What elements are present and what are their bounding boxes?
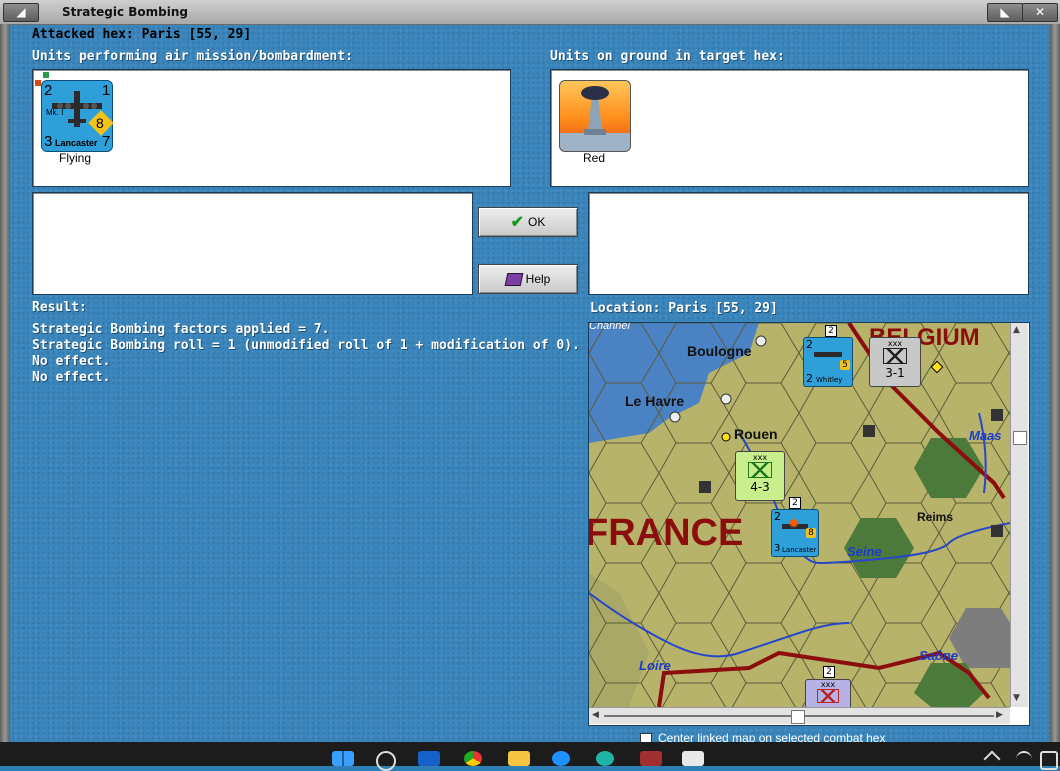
lancaster-name: Lancaster: [782, 546, 817, 554]
search-icon[interactable]: [376, 751, 396, 771]
whitley-counter[interactable]: 2 5 2 Whitley: [803, 337, 853, 387]
minimize-button[interactable]: ◣: [987, 3, 1023, 22]
result-line: Strategic Bombing roll = 1 (unmodified r…: [32, 338, 580, 353]
result-line: Strategic Bombing factors applied = 7.: [32, 322, 330, 337]
map-label-saone: Saône: [919, 648, 958, 663]
start-icon[interactable]: [332, 751, 354, 766]
attacker-details-panel: [32, 192, 473, 295]
french-unit-size: xxx: [752, 453, 768, 462]
help-button[interactable]: Help: [478, 264, 578, 294]
help-book-icon: [504, 273, 524, 287]
help-button-label: Help: [525, 272, 551, 286]
defender-details-panel: [588, 192, 1029, 295]
counter-mark: Mk. I: [46, 108, 64, 117]
counter-name: Lancaster: [55, 138, 98, 148]
scroll-up-icon[interactable]: ▲: [1013, 325, 1020, 335]
lancaster-map-counter[interactable]: ✹ 2 8 3 Lancaster: [771, 509, 819, 557]
result-header: Result:: [32, 300, 87, 315]
air-units-header: Units performing air mission/bombardment…: [32, 49, 353, 64]
air-unit-caption: Flying: [58, 151, 91, 165]
lancaster-badge: 8: [806, 528, 816, 538]
lancaster-stack-count: 2: [789, 497, 801, 509]
fire-icon: ✹: [788, 516, 800, 532]
edge-icon[interactable]: [596, 751, 614, 766]
whitley-top-left: 2: [806, 338, 813, 351]
location-label: Location: Paris [55, 29]: [590, 301, 778, 316]
bomber-icon: [814, 352, 842, 357]
calendar-icon[interactable]: [682, 751, 704, 766]
map-label-reims: Reims: [917, 510, 953, 524]
game-icon[interactable]: [640, 751, 662, 766]
status-marker: [43, 72, 49, 78]
counter-top-right: 1: [102, 82, 111, 99]
counter-bottom-left: 3: [44, 133, 53, 150]
checkmark-icon: ✔: [510, 213, 525, 231]
attacked-hex-label: Attacked hex: Paris [55, 29]: [32, 27, 252, 42]
counter-bottom-right: 7: [102, 133, 111, 150]
map-horizontal-scrollbar[interactable]: ◀ ▶: [589, 707, 1010, 724]
bottom-corps-counter[interactable]: xxx: [805, 679, 851, 709]
map-label-maas: Maas: [969, 428, 1002, 443]
whitley-name: Whitley: [816, 376, 843, 384]
scroll-right-icon[interactable]: ▶: [996, 710, 1003, 720]
result-line: No effect.: [32, 370, 111, 385]
ok-button-label: OK: [528, 215, 546, 229]
factory-icon: [560, 86, 630, 151]
lancaster-counter[interactable]: 2 1 Mk. I 8 3 Lancaster 7: [41, 80, 114, 152]
map-label-seine: Seine: [847, 544, 882, 559]
speaker-icon[interactable]: [1040, 751, 1058, 770]
lancaster-bottom-left: 3: [774, 543, 781, 554]
map-label-loire: Loire: [639, 658, 671, 673]
lancaster-top-left: 2: [774, 510, 781, 523]
vertical-scroll-thumb[interactable]: [1013, 431, 1027, 445]
infantry-icon: [817, 689, 839, 703]
map-vertical-scrollbar[interactable]: ▲ ▼: [1010, 323, 1028, 707]
app-icon[interactable]: [418, 751, 440, 766]
folder-icon[interactable]: [508, 751, 530, 766]
whitley-badge: 5: [840, 360, 850, 370]
os-taskbar: [0, 742, 1060, 771]
air-units-panel: 2 1 Mk. I 8 3 Lancaster 7 Flying: [32, 69, 511, 187]
german-unit-value: 3-1: [885, 366, 905, 380]
window-frame-right: [1050, 24, 1060, 742]
wifi-icon[interactable]: [1016, 751, 1032, 768]
factory-counter[interactable]: [559, 80, 631, 152]
scroll-down-icon[interactable]: ▼: [1013, 693, 1020, 703]
map-label-channel: Channel: [589, 323, 631, 332]
whitley-stack-count: 2: [825, 325, 837, 337]
counter-top-left: 2: [44, 82, 53, 99]
infantry-icon: [748, 462, 772, 478]
chrome-icon[interactable]: [464, 751, 482, 766]
german-unit-size: xxx: [887, 339, 903, 348]
french-corps-counter[interactable]: xxx 4-3: [735, 451, 785, 501]
german-corps-counter[interactable]: xxx 3-1: [869, 337, 921, 387]
chevron-up-icon[interactable]: [983, 750, 1001, 768]
map-label-france: FRANCE: [589, 512, 743, 554]
map-view[interactable]: Channel BELGIUM Boulogne Le Havre Rouen …: [588, 322, 1030, 726]
map-label-rouen: Rouen: [734, 426, 778, 442]
system-menu-button[interactable]: ◢: [3, 3, 39, 22]
map-label-boulogne: Boulogne: [687, 343, 752, 359]
help-app-icon[interactable]: [552, 751, 570, 766]
map-label-le-havre: Le Havre: [625, 393, 684, 409]
french-unit-value: 4-3: [750, 480, 770, 494]
window-title: Strategic Bombing: [62, 5, 188, 19]
ok-button[interactable]: ✔ OK: [478, 207, 578, 237]
close-button[interactable]: ✕: [1022, 3, 1058, 22]
result-line: No effect.: [32, 354, 111, 369]
ground-unit-caption: Red: [582, 151, 605, 165]
ground-units-header: Units on ground in target hex:: [550, 49, 785, 64]
scroll-left-icon[interactable]: ◀: [592, 710, 599, 720]
bottom-unit-size: xxx: [820, 680, 836, 689]
bottom-stack-count: 2: [823, 666, 835, 678]
whitley-bottom-left: 2: [806, 372, 813, 385]
infantry-icon: [883, 348, 907, 364]
title-bar: ◢ Strategic Bombing ◣ ✕: [0, 0, 1060, 25]
ground-units-panel: Red: [550, 69, 1029, 187]
counter-badge: 8: [96, 115, 104, 131]
horizontal-scroll-thumb[interactable]: [791, 710, 805, 724]
window-frame-left: [0, 24, 10, 742]
